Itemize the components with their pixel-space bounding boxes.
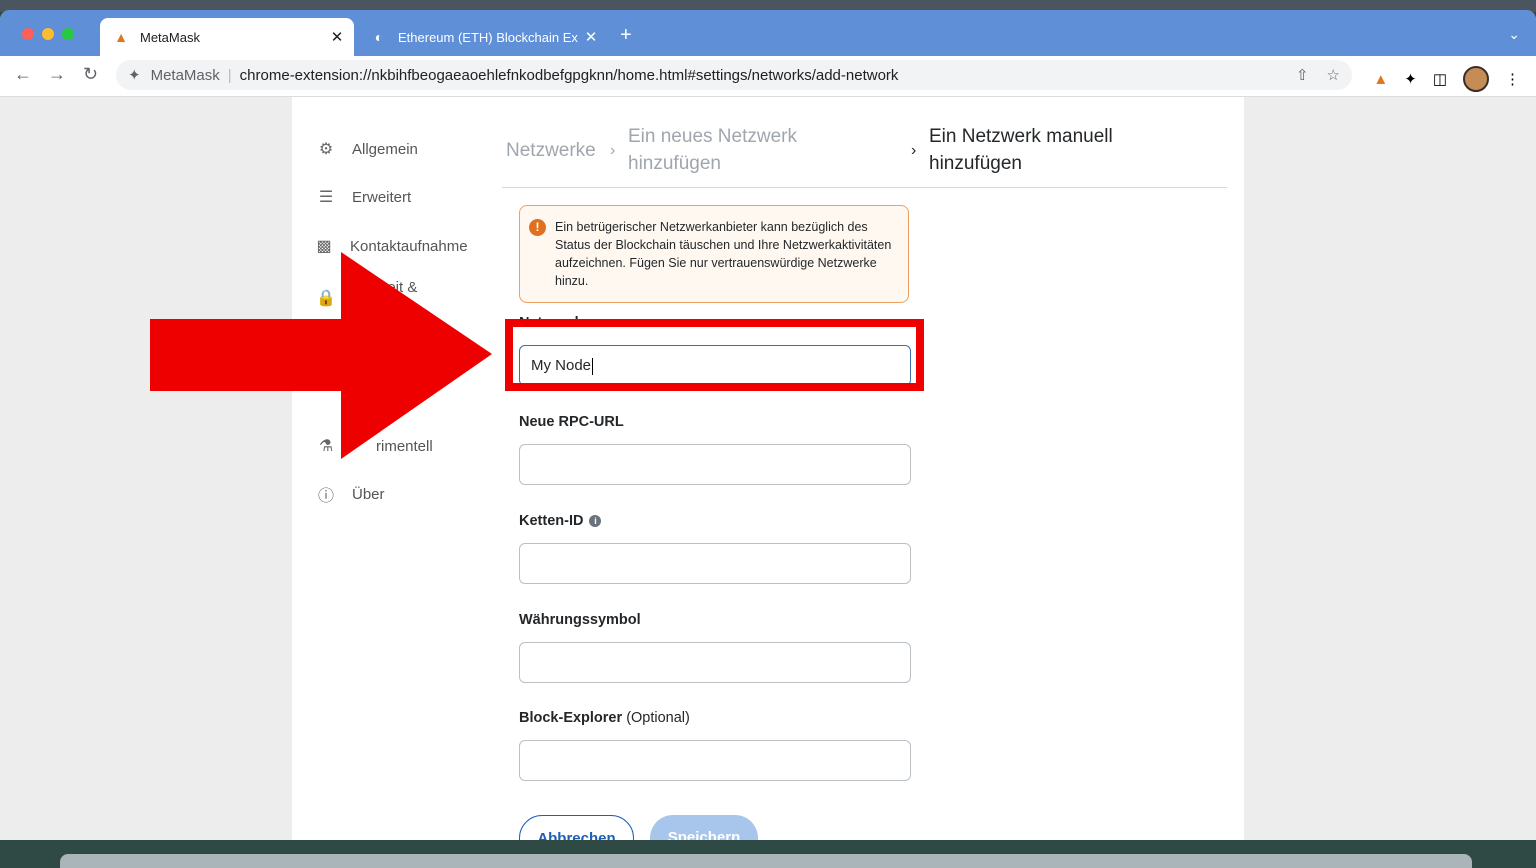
sidebar-item-label: rheit & — [374, 279, 418, 296]
sidebar-item-advanced[interactable]: ☰ Erweitert — [316, 187, 411, 207]
warning-text: Ein betrügerischer Netzwerkanbieter kann… — [555, 220, 892, 288]
divider — [502, 187, 1227, 188]
sliders-icon: ☰ — [318, 189, 334, 206]
breadcrumb-line: hinzufügen — [929, 153, 1022, 174]
breadcrumb-networks[interactable]: Netzwerke — [506, 137, 596, 164]
sidebar-item-label: Kontaktaufnahme — [350, 237, 468, 255]
sidebar-item-label: rimentell — [376, 437, 433, 455]
annotation-highlight-box — [505, 319, 924, 391]
tab-title: Ethereum (ETH) Blockchain Ex — [398, 29, 578, 45]
close-window-button[interactable] — [22, 28, 34, 40]
info-icon[interactable]: i — [589, 515, 602, 527]
cancel-button[interactable]: Abbrechen — [519, 815, 634, 840]
etherscan-icon: ◐ — [374, 29, 384, 45]
chevron-right-icon: › — [911, 142, 917, 159]
flask-icon: ⚗ — [318, 438, 334, 455]
profile-avatar[interactable] — [1463, 66, 1489, 92]
chain-id-label: Ketten-ID i — [519, 513, 602, 529]
sidebar-item-contacts[interactable]: ▩ Kontaktaufnahme — [314, 236, 468, 256]
side-panel-icon[interactable]: ◫ — [1433, 70, 1447, 88]
gear-icon: ⚙ — [318, 141, 334, 158]
chevron-down-icon[interactable]: ⌄ — [1508, 26, 1520, 43]
sidebar-item-label: Erweitert — [352, 188, 412, 206]
tab-title: MetaMask — [140, 29, 200, 45]
breadcrumb-line: Ein neues Netzwerk — [628, 126, 797, 147]
sidebar-item-security[interactable]: 🔒 rheit & utz — [316, 277, 417, 319]
currency-symbol-label: Währungssymbol — [519, 612, 641, 628]
star-icon[interactable]: ☆ — [1327, 66, 1340, 84]
rpc-url-input[interactable] — [519, 444, 911, 485]
page-content: ⚙ Allgemein ☰ Erweitert ▩ Kontaktaufnahm… — [0, 97, 1536, 840]
tab-bar: ▲ MetaMask ✕ ◐ Ethereum (ETH) Blockchain… — [0, 10, 1536, 56]
reload-icon[interactable]: ↻ — [83, 64, 98, 85]
sidebar-item-label: Allgemein — [352, 140, 418, 158]
tab-metamask[interactable]: ▲ MetaMask ✕ — [100, 18, 354, 56]
chevron-right-icon: › — [610, 142, 616, 159]
maximize-window-button[interactable] — [62, 28, 74, 40]
dock — [60, 854, 1472, 868]
block-explorer-label: Block-Explorer (Optional) — [519, 710, 690, 726]
sidebar-item-general[interactable]: ⚙ Allgemein — [316, 139, 418, 159]
share-icon[interactable]: ⇧ — [1296, 66, 1309, 84]
sidebar-item-label: Über — [352, 485, 385, 503]
url-text: chrome-extension://nkbihfbeogaeaoehlefnk… — [239, 66, 899, 84]
chain-id-label-text: Ketten-ID — [519, 513, 584, 529]
breadcrumb-line: hinzufügen — [628, 153, 721, 174]
rpc-url-label: Neue RPC-URL — [519, 414, 624, 430]
new-tab-icon[interactable]: + — [620, 24, 632, 47]
breadcrumb-manual: Ein Netzwerk manuell hinzufügen — [929, 123, 1113, 177]
divider: | — [227, 66, 232, 84]
tab-etherscan[interactable]: ◐ Ethereum (ETH) Blockchain Ex ✕ — [358, 18, 608, 56]
sidebar-item-about[interactable]: ⓘ Über — [316, 484, 385, 506]
minimize-window-button[interactable] — [42, 28, 54, 40]
forward-arrow-icon[interactable]: → — [48, 64, 66, 85]
browser-toolbar: ← → ↻ ✦ MetaMask | chrome-extension://nk… — [0, 56, 1536, 97]
settings-panel: ⚙ Allgemein ☰ Erweitert ▩ Kontaktaufnahm… — [292, 97, 1244, 840]
warning-banner: ! Ein betrügerischer Netzwerkanbieter ka… — [519, 205, 909, 303]
site-name: MetaMask — [150, 66, 220, 84]
address-bar[interactable]: ✦ MetaMask | chrome-extension://nkbihfbe… — [116, 60, 1352, 90]
sidebar-item-label-line2: utz — [382, 300, 403, 317]
close-tab-icon[interactable]: ✕ — [326, 28, 348, 46]
sidebar-item-experimental[interactable]: ⚗ rimentell — [316, 436, 433, 456]
breadcrumb-add-network[interactable]: Ein neues Netzwerk hinzufügen — [628, 123, 797, 177]
optional-hint: (Optional) — [626, 710, 690, 726]
info-icon: ⓘ — [317, 488, 334, 505]
extensions-puzzle-icon[interactable]: ✦ — [1404, 70, 1417, 88]
close-tab-icon[interactable]: ✕ — [580, 28, 602, 46]
block-explorer-label-text: Block-Explorer — [519, 710, 623, 726]
back-arrow-icon[interactable]: ← — [14, 64, 32, 85]
browser-window: ▲ MetaMask ✕ ◐ Ethereum (ETH) Blockchain… — [0, 10, 1536, 840]
metamask-extension-icon[interactable]: ▲ — [1373, 71, 1388, 88]
contact-book-icon: ▩ — [316, 238, 332, 255]
more-menu-icon[interactable]: ⋮ — [1505, 70, 1520, 88]
save-button[interactable]: Speichern — [650, 815, 758, 840]
breadcrumb-line: Ein Netzwerk manuell — [929, 126, 1113, 147]
chain-id-input[interactable] — [519, 543, 911, 584]
puzzle-piece-icon: ✦ — [128, 67, 141, 84]
block-explorer-input[interactable] — [519, 740, 911, 781]
metamask-fox-icon: ▲ — [114, 29, 128, 45]
currency-symbol-input[interactable] — [519, 642, 911, 683]
warning-icon: ! — [529, 219, 546, 236]
